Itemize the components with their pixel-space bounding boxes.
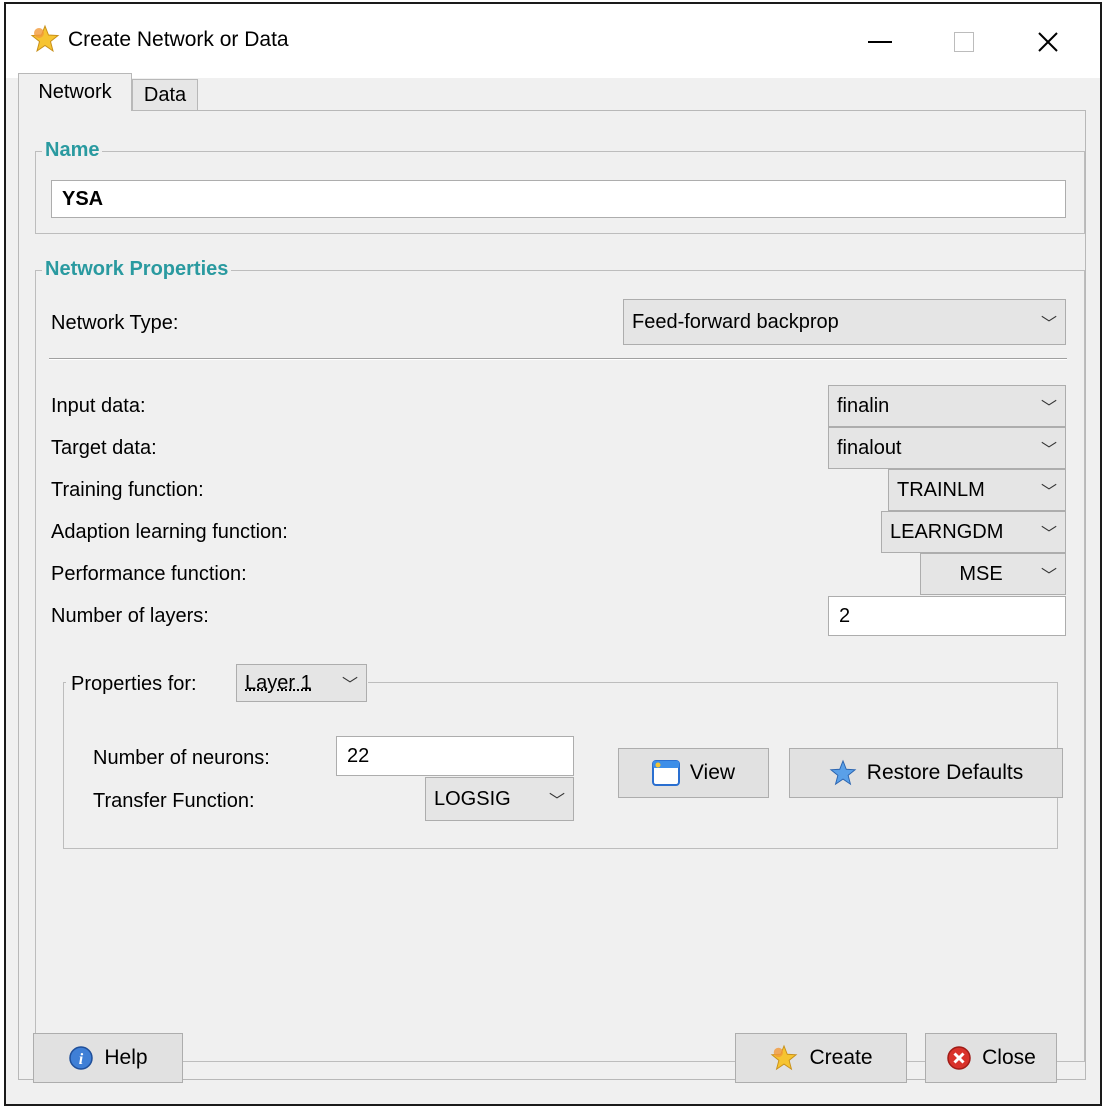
properties-for-label: Properties for: bbox=[71, 673, 197, 695]
window-title: Create Network or Data bbox=[68, 28, 289, 51]
create-button-label: Create bbox=[809, 1046, 873, 1069]
performance-function-label: Performance function: bbox=[51, 563, 247, 585]
chevron-down-icon: ﹀ bbox=[1040, 526, 1057, 543]
star-icon bbox=[771, 1044, 798, 1071]
adaption-function-label: Adaption learning function: bbox=[51, 521, 288, 543]
minimize-button[interactable] bbox=[850, 14, 910, 70]
help-button[interactable]: i Help bbox=[33, 1033, 183, 1083]
chevron-down-icon: ﹀ bbox=[1040, 400, 1057, 417]
close-icon bbox=[1038, 32, 1058, 52]
network-properties-legend: Network Properties bbox=[42, 257, 232, 281]
input-data-select[interactable]: finalin ﹀ bbox=[828, 385, 1066, 427]
network-type-label: Network Type: bbox=[51, 312, 179, 334]
close-window-button[interactable] bbox=[1018, 14, 1078, 70]
chevron-down-icon: ﹀ bbox=[1040, 316, 1057, 333]
target-data-label: Target data: bbox=[51, 437, 157, 459]
chevron-down-icon: ﹀ bbox=[1040, 442, 1057, 459]
close-button[interactable]: Close bbox=[925, 1033, 1057, 1083]
view-button[interactable]: View bbox=[618, 748, 769, 798]
tab-data-label: Data bbox=[143, 83, 187, 106]
training-function-value: TRAINLM bbox=[897, 478, 985, 501]
number-of-neurons-input[interactable]: 22 bbox=[336, 736, 574, 776]
performance-function-select[interactable]: MSE ﹀ bbox=[920, 553, 1066, 595]
info-icon: i bbox=[69, 1046, 94, 1070]
target-data-select[interactable]: finalout ﹀ bbox=[828, 427, 1066, 469]
number-of-layers-input[interactable]: 2 bbox=[828, 596, 1066, 636]
tab-data[interactable]: Data bbox=[132, 79, 198, 111]
restore-defaults-button[interactable]: Restore Defaults bbox=[789, 748, 1063, 798]
close-circle-icon bbox=[947, 1046, 971, 1070]
name-input[interactable]: YSA bbox=[51, 180, 1066, 218]
adaption-function-select[interactable]: LEARNGDM ﹀ bbox=[881, 511, 1066, 553]
create-button[interactable]: Create bbox=[735, 1033, 907, 1083]
chevron-down-icon: ﹀ bbox=[548, 793, 565, 810]
view-button-label: View bbox=[689, 761, 736, 784]
number-of-layers-label: Number of layers: bbox=[51, 605, 209, 627]
chevron-down-icon: ﹀ bbox=[1040, 484, 1057, 501]
separator bbox=[49, 358, 1067, 360]
layer-select-value: Layer 1 bbox=[245, 671, 312, 694]
maximize-icon bbox=[954, 32, 974, 52]
close-button-label: Close bbox=[982, 1046, 1036, 1069]
svg-text:i: i bbox=[79, 1051, 84, 1068]
training-function-label: Training function: bbox=[51, 479, 204, 501]
tab-network-label: Network bbox=[38, 81, 112, 103]
layer-select[interactable]: Layer 1 ﹀ bbox=[236, 664, 367, 702]
name-group-legend: Name bbox=[42, 138, 103, 162]
star-icon bbox=[829, 759, 857, 786]
number-of-neurons-label: Number of neurons: bbox=[93, 747, 270, 769]
maximize-button[interactable] bbox=[934, 14, 994, 70]
window-view-icon bbox=[651, 760, 680, 786]
network-type-value: Feed-forward backprop bbox=[632, 310, 839, 333]
help-button-label: Help bbox=[104, 1046, 148, 1069]
tab-network[interactable]: Network bbox=[18, 73, 132, 111]
transfer-function-label: Transfer Function: bbox=[93, 790, 255, 812]
adaption-function-value: LEARNGDM bbox=[890, 520, 1004, 543]
input-data-label: Input data: bbox=[51, 395, 146, 417]
restore-defaults-label: Restore Defaults bbox=[866, 761, 1024, 784]
target-data-value: finalout bbox=[837, 436, 902, 459]
transfer-function-value: LOGSIG bbox=[434, 787, 511, 810]
minimize-icon bbox=[868, 41, 892, 43]
network-type-select[interactable]: Feed-forward backprop ﹀ bbox=[623, 299, 1066, 345]
chevron-down-icon: ﹀ bbox=[341, 677, 358, 694]
transfer-function-select[interactable]: LOGSIG ﹀ bbox=[425, 777, 574, 821]
chevron-down-icon: ﹀ bbox=[1040, 568, 1057, 585]
input-data-value: finalin bbox=[837, 394, 890, 417]
training-function-select[interactable]: TRAINLM ﹀ bbox=[888, 469, 1066, 511]
star-icon bbox=[30, 24, 60, 53]
performance-function-value: MSE bbox=[959, 562, 1003, 585]
